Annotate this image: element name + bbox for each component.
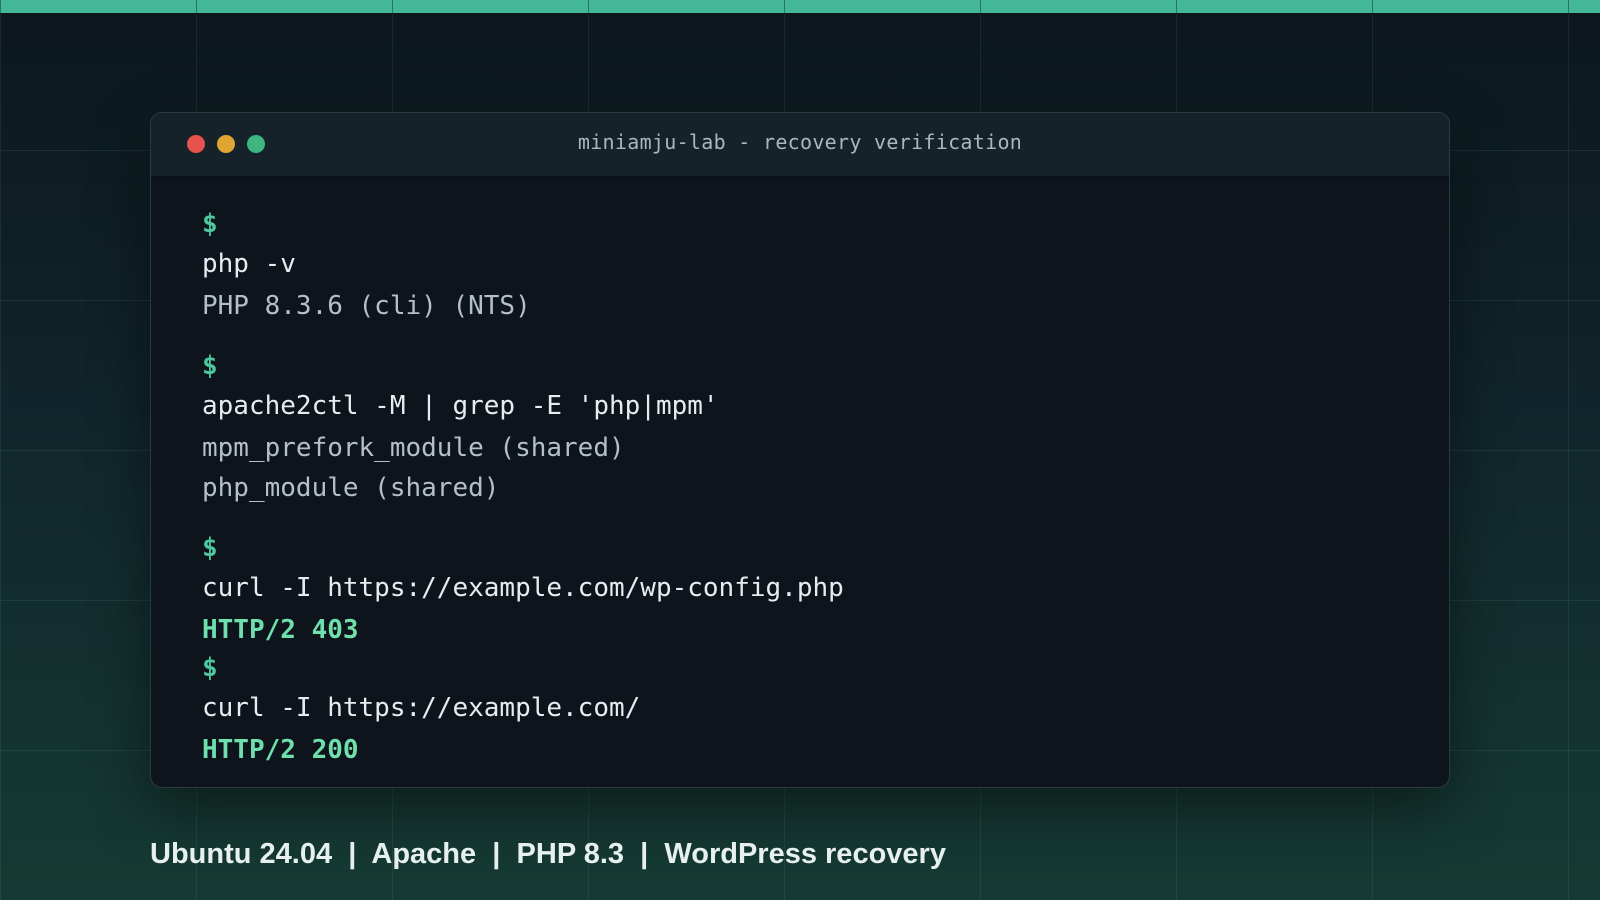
prompt-symbol: $: [202, 533, 218, 563]
command-line: apache2ctl -M | grep -E 'php|mpm': [202, 391, 719, 421]
footer-item-php: PHP 8.3: [516, 838, 625, 870]
prompt-symbol: $: [202, 209, 218, 239]
footer-separator: |: [492, 838, 501, 870]
terminal-output[interactable]: $ php -v PHP 8.3.6 (cli) (NTS) $ apache2…: [202, 206, 1409, 770]
footer-separator: |: [640, 838, 649, 870]
footer-item-topic: WordPress recovery: [664, 838, 946, 870]
prompt-symbol: $: [202, 653, 218, 683]
footer-caption: Ubuntu 24.04 | Apache | PHP 8.3 | WordPr…: [150, 838, 946, 871]
output-line: PHP 8.3.6 (cli) (NTS): [202, 291, 531, 321]
command-line: curl -I https://example.com/wp-config.ph…: [202, 573, 844, 603]
command-line: curl -I https://example.com/: [202, 693, 641, 723]
footer-separator: |: [348, 838, 357, 870]
http-status-line: HTTP/2 200: [202, 735, 359, 765]
output-line: php_module (shared): [202, 473, 500, 503]
prompt-symbol: $: [202, 351, 218, 381]
window-titlebar: miniamju-lab - recovery verification: [151, 113, 1449, 177]
terminal-window: miniamju-lab - recovery verification $ p…: [150, 112, 1450, 788]
window-title: miniamju-lab - recovery verification: [577, 130, 1023, 154]
command-line: php -v: [202, 249, 296, 279]
top-accent-bar-ticks: [0, 0, 1600, 13]
http-status-line: HTTP/2 403: [202, 615, 359, 645]
footer-item-server: Apache: [371, 838, 477, 870]
footer-item-os: Ubuntu 24.04: [150, 838, 333, 870]
output-line: mpm_prefork_module (shared): [202, 433, 625, 463]
